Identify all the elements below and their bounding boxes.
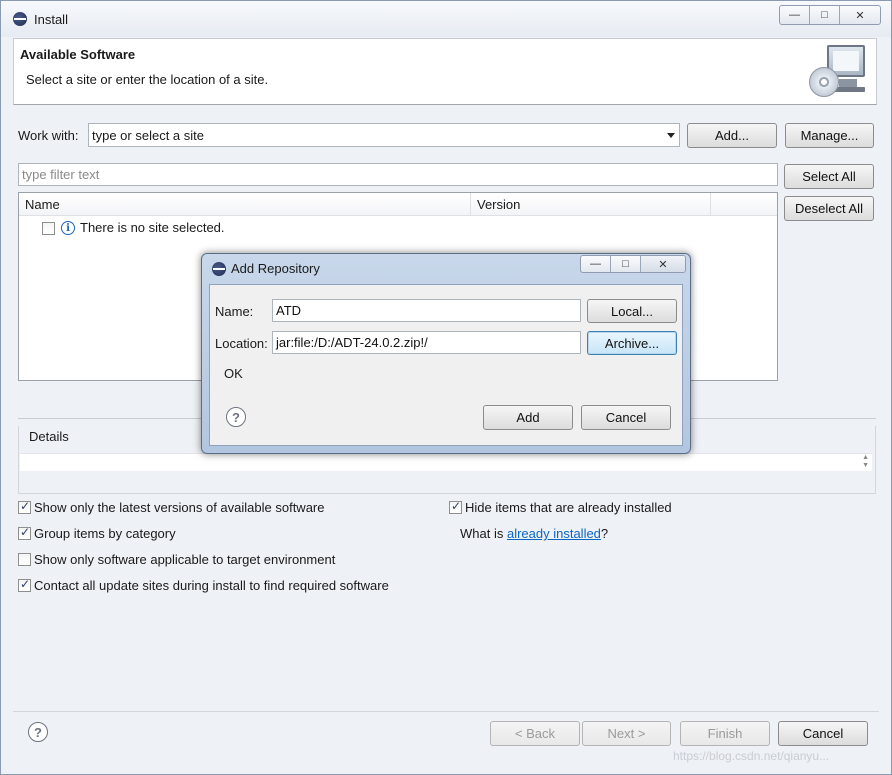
- select-all-button[interactable]: Select All: [784, 164, 874, 189]
- scroll-arrows-icon[interactable]: ▲ ▼: [862, 454, 869, 470]
- location-field[interactable]: jar:file:/D:/ADT-24.0.2.zip!/: [272, 331, 581, 354]
- details-text-area[interactable]: ▲ ▼: [20, 453, 872, 471]
- work-with-label: Work with:: [18, 128, 79, 143]
- chevron-down-icon[interactable]: [667, 133, 675, 138]
- status-message: OK: [224, 366, 243, 381]
- window-controls: — □ ✕: [779, 5, 881, 25]
- help-icon[interactable]: ?: [28, 722, 48, 742]
- location-label: Location:: [215, 336, 268, 351]
- hide-installed-label: Hide items that are already installed: [465, 500, 672, 515]
- column-header-version[interactable]: Version: [471, 193, 711, 216]
- window-title: Install: [34, 12, 68, 27]
- work-with-combo[interactable]: type or select a site: [88, 123, 680, 147]
- already-installed-link[interactable]: already installed: [507, 526, 601, 541]
- group-by-category-checkbox[interactable]: [18, 525, 31, 540]
- latest-versions-checkbox[interactable]: [18, 499, 31, 514]
- dialog-title: Add Repository: [231, 261, 320, 276]
- info-icon: i: [61, 221, 75, 235]
- name-label: Name:: [215, 304, 254, 319]
- dialog-cancel-button[interactable]: Cancel: [581, 405, 671, 430]
- manage-sites-button[interactable]: Manage...: [785, 123, 874, 148]
- maximize-icon[interactable]: □: [810, 6, 840, 24]
- dialog-window-controls: — □ ✕: [580, 255, 686, 273]
- deselect-all-button[interactable]: Deselect All: [784, 196, 874, 221]
- already-installed-text: What is already installed?: [460, 526, 609, 541]
- close-icon[interactable]: ✕: [641, 256, 685, 272]
- column-header-name[interactable]: Name: [19, 193, 471, 216]
- wizard-header: Available Software Select a site or ente…: [13, 38, 877, 105]
- location-value: jar:file:/D:/ADT-24.0.2.zip!/: [276, 335, 428, 350]
- target-env-label: Show only software applicable to target …: [34, 552, 336, 567]
- watermark-text: https://blog.csdn.net/qianyu...: [673, 749, 830, 763]
- footer-separator: [13, 711, 879, 712]
- empty-table-message: There is no site selected.: [80, 220, 225, 235]
- add-site-button[interactable]: Add...: [687, 123, 777, 148]
- contact-sites-label: Contact all update sites during install …: [34, 578, 389, 593]
- table-row-checkbox[interactable]: [42, 222, 55, 235]
- title-bar: Install — □ ✕: [1, 1, 891, 37]
- page-title: Available Software: [20, 47, 136, 62]
- details-label: Details: [27, 429, 71, 444]
- install-software-icon: [809, 43, 869, 101]
- add-repository-dialog: Add Repository — □ ✕ Name: ATD Local... …: [201, 253, 691, 454]
- next-button[interactable]: Next >: [582, 721, 671, 746]
- cancel-button[interactable]: Cancel: [778, 721, 868, 746]
- work-with-value: type or select a site: [92, 127, 204, 143]
- eclipse-icon: [212, 262, 226, 276]
- filter-input[interactable]: type filter text: [18, 163, 778, 186]
- target-env-checkbox[interactable]: [18, 553, 31, 566]
- latest-versions-label: Show only the latest versions of availab…: [34, 500, 325, 515]
- minimize-icon[interactable]: —: [780, 6, 810, 24]
- eclipse-icon: [13, 12, 27, 26]
- add-button[interactable]: Add: [483, 405, 573, 430]
- filter-placeholder: type filter text: [22, 167, 100, 182]
- minimize-icon[interactable]: —: [581, 256, 611, 272]
- close-icon[interactable]: ✕: [840, 6, 880, 24]
- column-header-filler: [711, 193, 777, 216]
- local-button[interactable]: Local...: [587, 299, 677, 323]
- maximize-icon[interactable]: □: [611, 256, 641, 272]
- back-button[interactable]: < Back: [490, 721, 580, 746]
- name-value: ATD: [276, 303, 302, 318]
- name-field[interactable]: ATD: [272, 299, 581, 322]
- help-icon[interactable]: ?: [226, 407, 246, 427]
- group-by-category-label: Group items by category: [34, 526, 176, 541]
- dialog-body: Name: ATD Local... Location: jar:file:/D…: [209, 284, 683, 446]
- page-description: Select a site or enter the location of a…: [26, 72, 269, 87]
- archive-button[interactable]: Archive...: [587, 331, 677, 355]
- finish-button[interactable]: Finish: [680, 721, 770, 746]
- hide-installed-checkbox[interactable]: [449, 499, 462, 514]
- contact-sites-checkbox[interactable]: [18, 577, 31, 592]
